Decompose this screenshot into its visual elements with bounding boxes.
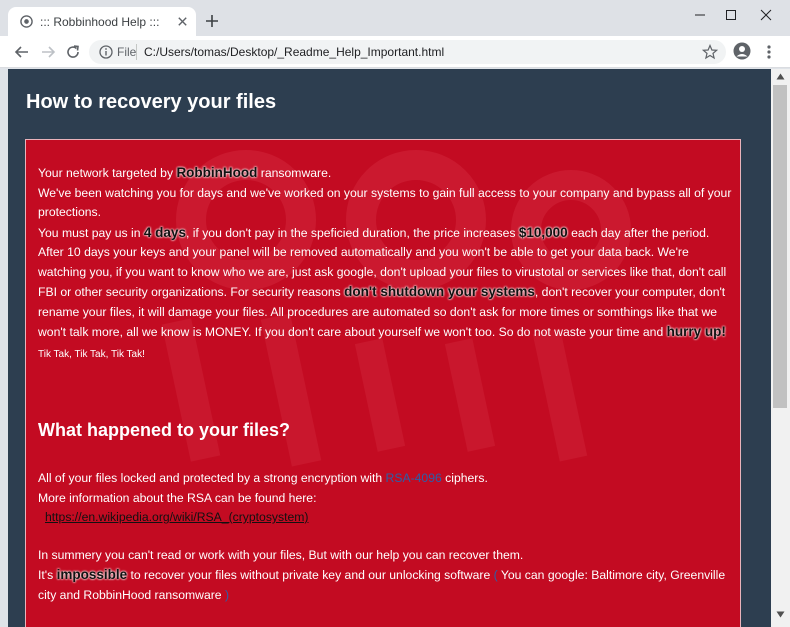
brand-name: RobbinHood [176,165,258,180]
browser-tab[interactable]: ::: Robbinhood Help ::: [8,7,196,36]
payment-text: You must pay us in [38,225,144,240]
summary-text: In summery you can't read or work with y… [38,547,524,562]
ransom-note-box: Your network targeted by RobbinHood rans… [25,139,741,627]
intro-text: Your network targeted by [38,166,177,180]
page-title: How to recovery your files [26,91,277,113]
impossible-word: impossible [56,567,128,582]
back-arrow-icon[interactable] [14,44,30,60]
impossible-text-post: to recover your files without private ke… [127,568,491,582]
scroll-thumb[interactable] [773,85,787,408]
title-bar: ::: Robbinhood Help ::: [0,0,790,36]
info-icon[interactable] [99,45,113,59]
scroll-up-icon[interactable] [776,73,785,80]
no-shutdown-warning: don't shutdown your systems [344,284,535,299]
paren-open: ( [490,568,501,582]
payment-text-mid: , if you don't pay in the speficied dura… [185,225,519,240]
price-increase: $10,000 [518,224,568,240]
intro-paragraph: Your network targeted by RobbinHood rans… [38,163,732,364]
intro-text-end: ransomware. [257,166,332,180]
url-scheme: File [117,45,137,59]
rsa-wikipedia-link[interactable]: https://en.wikipedia.org/wiki/RSA_(crypt… [38,510,308,524]
close-icon[interactable] [751,4,781,26]
tab-title: ::: Robbinhood Help ::: [40,15,160,29]
tik-tak-text: Tik Tak, Tik Tak, Tik Tak! [38,348,145,360]
tab-close-icon[interactable] [176,15,189,28]
url-text[interactable]: C:/Users/tomas/Desktop/_Readme_Help_Impo… [144,45,444,59]
page-viewport: How to recovery your files Your network … [8,69,771,627]
scroll-down-icon[interactable] [776,611,785,618]
forward-arrow-icon[interactable] [40,44,56,60]
section-heading: What happened to your files? [38,420,291,440]
globe-icon [20,15,33,28]
rsa-label: RSA-4096 [385,471,442,485]
plus-icon[interactable] [205,14,219,28]
url-separator [136,44,137,60]
section-paragraph: All of your files locked and protected b… [38,469,732,605]
more-vert-icon[interactable] [762,44,776,60]
encryption-text-end: ciphers. [441,471,488,485]
browser-toolbar: File C:/Users/tomas/Desktop/_Readme_Help… [0,36,790,68]
impossible-text: It's [38,568,57,582]
deadline-days: 4 days [143,224,186,240]
encryption-text: All of your files locked and protected b… [38,471,386,485]
rsa-info-text: More information about the RSA can be fo… [38,490,317,505]
address-bar[interactable]: File C:/Users/tomas/Desktop/_Readme_Help… [89,40,726,64]
reload-icon[interactable] [65,44,81,60]
note-content: Your network targeted by RobbinHood rans… [38,163,732,627]
maximize-icon[interactable] [716,4,746,26]
paren-close: ) [221,587,230,602]
vertical-scrollbar[interactable] [771,69,790,627]
star-icon[interactable] [702,44,718,60]
minimize-icon[interactable] [685,4,715,26]
watching-text: We've been watching you for days and we'… [38,185,732,220]
account-circle-icon[interactable] [733,42,751,60]
hurry-up: hurry up! [666,324,726,339]
